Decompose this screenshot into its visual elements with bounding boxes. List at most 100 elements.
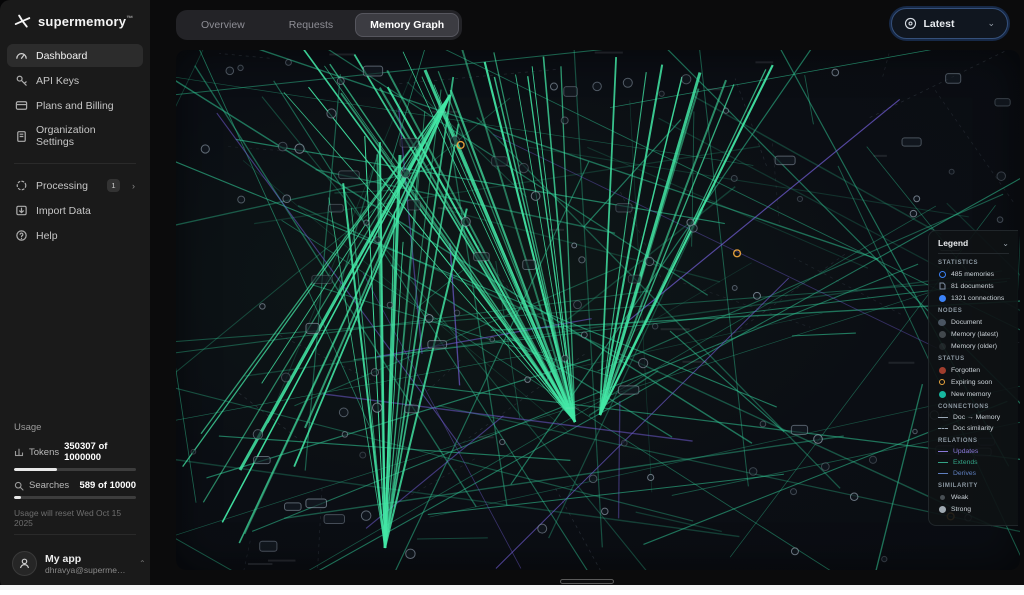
legend-panel: Legend ⌄ STATISTICS 485 memories 81 docu… xyxy=(928,230,1018,526)
chevron-down-icon: ⌄ xyxy=(1002,239,1009,248)
credit-card-icon xyxy=(15,99,28,112)
tab-memory-graph[interactable]: Memory Graph xyxy=(355,13,459,37)
legend-item: 81 documents xyxy=(938,282,1009,290)
document-node-icon xyxy=(938,319,946,326)
searches-value: 589 of 10000 xyxy=(79,480,136,491)
tokens-value: 350307 of 1000000 xyxy=(64,441,136,463)
sidebar-item-api-keys[interactable]: API Keys xyxy=(7,69,143,92)
legend-section-statistics: STATISTICS xyxy=(938,260,1009,266)
sidebar-item-label: Dashboard xyxy=(36,50,87,62)
memories-stat-icon xyxy=(939,271,946,278)
latest-filter-label: Latest xyxy=(924,18,955,30)
legend-section-relations: RELATIONS xyxy=(938,438,1009,444)
import-icon xyxy=(15,204,28,217)
memory-older-node-icon xyxy=(939,343,946,350)
processing-count-badge: 1 xyxy=(107,179,120,192)
spinner-icon xyxy=(15,179,28,192)
memory-latest-node-icon xyxy=(939,331,946,338)
chevron-updown-icon: ⌃ xyxy=(139,559,146,568)
main-content: Overview Requests Memory Graph Latest ⌄ … xyxy=(150,0,1024,590)
search-icon xyxy=(14,481,24,491)
account-name: My app xyxy=(45,553,131,565)
avatar xyxy=(12,551,37,576)
tab-overview[interactable]: Overview xyxy=(179,13,267,37)
legend-item: Weak xyxy=(938,493,1009,501)
legend-item: Document xyxy=(938,318,1009,326)
sidebar-item-label: Organization Settings xyxy=(36,124,135,148)
account-email: dhravya@supermemory.... xyxy=(45,565,131,575)
legend-item: Extends xyxy=(938,459,1009,466)
tokens-icon xyxy=(14,447,24,457)
connections-stat-icon xyxy=(939,295,946,302)
sidebar-item-help[interactable]: Help xyxy=(7,224,143,247)
legend-item: Derives xyxy=(938,470,1009,477)
legend-item: Memory (older) xyxy=(938,342,1009,350)
legend-item: 1321 connections xyxy=(938,294,1009,302)
primary-nav: Dashboard API Keys Plans and Billing Org… xyxy=(0,40,150,157)
page-background-strip xyxy=(0,585,1024,590)
tokens-progress-fill xyxy=(14,468,57,471)
legend-item: Memory (latest) xyxy=(938,330,1009,338)
new-memory-status-icon xyxy=(939,391,946,398)
legend-header[interactable]: Legend ⌄ xyxy=(938,238,1009,254)
help-icon xyxy=(15,229,28,242)
account-switcher[interactable]: My app dhravya@supermemory.... ⌃ xyxy=(0,541,150,590)
tokens-usage-row: Tokens 350307 of 1000000 xyxy=(14,441,136,463)
legend-item: Strong xyxy=(938,505,1009,513)
usage-title: Usage xyxy=(14,422,136,433)
secondary-nav: Processing 1 › Import Data Help xyxy=(0,170,150,251)
strong-similarity-icon xyxy=(939,506,946,513)
resize-handle[interactable] xyxy=(560,579,614,584)
sidebar-item-organization-settings[interactable]: Organization Settings xyxy=(7,119,143,153)
sidebar-item-import-data[interactable]: Import Data xyxy=(7,199,143,222)
legend-item: 485 memories xyxy=(938,270,1009,278)
legend-title: Legend xyxy=(938,238,968,248)
legend-item: Doc → Memory xyxy=(938,414,1009,421)
person-icon xyxy=(18,557,31,570)
usage-panel: Usage Tokens 350307 of 1000000 Searches … xyxy=(0,422,150,528)
app-window: supermemory™ Dashboard API Keys Plans an… xyxy=(0,0,1024,590)
book-icon xyxy=(15,130,28,143)
weak-similarity-icon xyxy=(940,495,945,500)
expiring-soon-status-icon xyxy=(939,379,945,385)
document-stat-icon xyxy=(939,282,946,290)
tokens-label: Tokens xyxy=(29,447,59,458)
sidebar-item-label: Import Data xyxy=(36,205,91,217)
latest-filter-dropdown[interactable]: Latest ⌄ xyxy=(891,8,1008,39)
sidebar-item-label: Plans and Billing xyxy=(36,100,114,112)
sidebar-divider xyxy=(14,163,136,164)
account-info: My app dhravya@supermemory.... xyxy=(45,553,131,575)
searches-label: Searches xyxy=(29,480,74,491)
doc-memory-line-icon xyxy=(938,417,948,418)
sidebar-divider xyxy=(14,534,136,535)
memory-graph-visualization xyxy=(176,50,1020,570)
legend-item: Expiring soon xyxy=(938,378,1009,386)
legend-item: New memory xyxy=(938,390,1009,398)
memory-graph-canvas[interactable]: Legend ⌄ STATISTICS 485 memories 81 docu… xyxy=(176,50,1020,570)
searches-usage-row: Searches 589 of 10000 xyxy=(14,480,136,491)
brand: supermemory™ xyxy=(0,0,150,40)
usage-reset-note: Usage will reset Wed Oct 15 2025 xyxy=(14,508,136,528)
view-tabs: Overview Requests Memory Graph xyxy=(176,10,462,40)
sidebar: supermemory™ Dashboard API Keys Plans an… xyxy=(0,0,150,590)
eye-icon xyxy=(904,17,917,30)
searches-progress-fill xyxy=(14,496,21,499)
forgotten-status-icon xyxy=(939,367,946,374)
doc-similarity-line-icon xyxy=(938,428,948,429)
sidebar-item-processing[interactable]: Processing 1 › xyxy=(7,174,143,197)
legend-section-nodes: NODES xyxy=(938,308,1009,314)
sidebar-item-label: API Keys xyxy=(36,75,79,87)
legend-item: Forgotten xyxy=(938,366,1009,374)
tab-requests[interactable]: Requests xyxy=(267,13,355,37)
searches-progress-track xyxy=(14,496,136,499)
legend-section-status: STATUS xyxy=(938,356,1009,362)
updates-line-icon xyxy=(938,451,948,452)
chevron-right-icon: › xyxy=(132,181,135,191)
sidebar-item-plans-billing[interactable]: Plans and Billing xyxy=(7,94,143,117)
supermemory-logo-icon xyxy=(14,13,31,30)
brand-name: supermemory™ xyxy=(38,14,133,29)
legend-section-connections: CONNECTIONS xyxy=(938,404,1009,410)
gauge-icon xyxy=(15,49,28,62)
legend-item: Doc similarity xyxy=(938,425,1009,432)
sidebar-item-dashboard[interactable]: Dashboard xyxy=(7,44,143,67)
